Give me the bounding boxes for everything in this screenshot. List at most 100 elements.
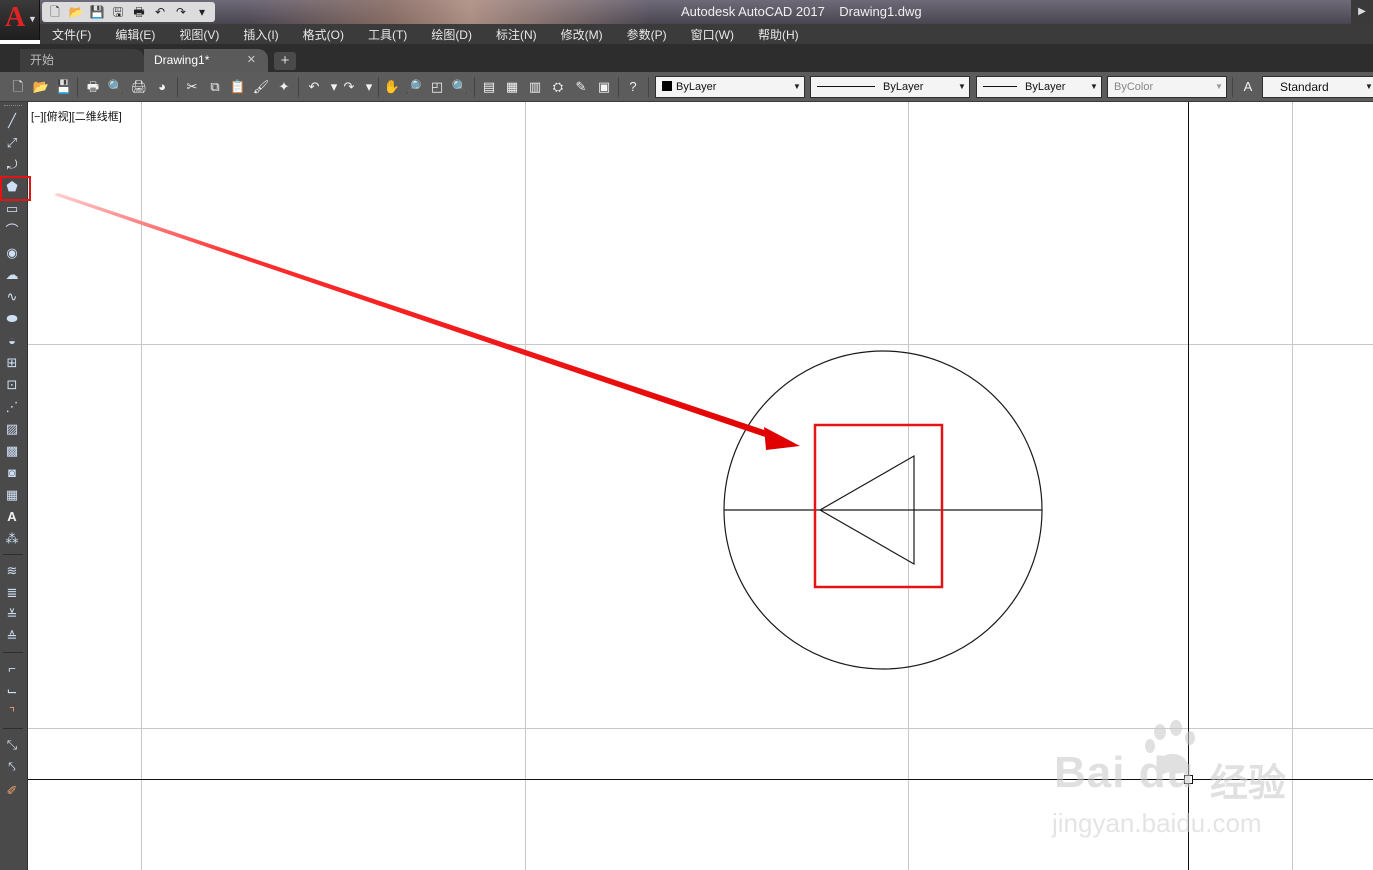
chevron-down-icon[interactable]: ▾ <box>360 78 378 96</box>
spline-icon[interactable]: ∿ <box>2 288 22 306</box>
fillet-icon[interactable]: ⌐ <box>2 660 22 678</box>
hatch-icon[interactable]: ▨ <box>2 420 22 438</box>
blend-icon[interactable]: ⌝ <box>2 704 22 722</box>
3d-dwf-icon[interactable]: ◕ <box>153 78 171 96</box>
new-tab-button[interactable]: + <box>274 52 296 70</box>
block-editor-icon[interactable]: ✦ <box>275 78 293 96</box>
toolbar-divider <box>618 77 619 97</box>
menu-modify[interactable]: 修改(M) <box>549 26 615 43</box>
menu-help[interactable]: 帮助(H) <box>746 26 811 43</box>
menu-window[interactable]: 窗口(W) <box>679 26 746 43</box>
ellipse-icon[interactable]: ⬬ <box>2 310 22 328</box>
undo-icon[interactable]: ↶ <box>305 78 323 96</box>
print-icon[interactable]: 🖶 <box>84 78 102 96</box>
save-icon[interactable]: 💾 <box>88 4 106 20</box>
tab-drawing1[interactable]: Drawing1* ✕ <box>144 49 268 72</box>
help-icon[interactable]: ? <box>624 78 642 96</box>
menu-dimension[interactable]: 标注(N) <box>484 26 549 43</box>
lineweight-value: ByLayer <box>1025 81 1066 93</box>
toolbar-grip[interactable] <box>4 105 22 108</box>
undo-icon[interactable]: ↶ <box>151 4 169 20</box>
new-icon[interactable]: 🗋 <box>46 4 64 20</box>
cut-icon[interactable]: ✂ <box>183 78 201 96</box>
open-icon[interactable]: 📂 <box>32 78 50 96</box>
markup-icon[interactable]: ✎ <box>572 78 590 96</box>
polyline-icon[interactable]: ⤾ <box>2 156 22 174</box>
paste-icon[interactable]: 📋 <box>229 78 247 96</box>
toolbar-divider <box>3 652 23 653</box>
layer-properties-icon[interactable]: ≋ <box>2 562 22 580</box>
sheet-set-icon[interactable]: ⛭ <box>549 78 567 96</box>
zoom-window-icon[interactable]: ◰ <box>428 78 446 96</box>
layer-state-icon[interactable]: ≣ <box>2 584 22 602</box>
make-current-icon[interactable]: ≙ <box>2 628 22 646</box>
tab-start[interactable]: 开始 <box>20 49 144 72</box>
menu-file[interactable]: 文件(F) <box>40 26 103 43</box>
text-style-value: Standard <box>1280 80 1329 94</box>
edit-spline-icon[interactable]: ✐ <box>2 782 22 800</box>
lineweight-dropdown[interactable]: ByLayer ▼ <box>976 76 1102 98</box>
customize-icon[interactable]: ▾ <box>193 4 211 20</box>
print-preview-icon[interactable]: 🔍 <box>107 78 125 96</box>
stretch-icon[interactable]: ⤡ <box>2 736 22 754</box>
close-icon[interactable]: ✕ <box>247 49 256 71</box>
open-icon[interactable]: 📂 <box>67 4 85 20</box>
redo-icon[interactable]: ↷ <box>340 78 358 96</box>
pan-icon[interactable]: ✋ <box>383 78 401 96</box>
watermark-cn: 经验 <box>1210 761 1287 805</box>
calculator-icon[interactable]: ▣ <box>595 78 613 96</box>
region-icon[interactable]: ◙ <box>2 464 22 482</box>
layer-previous-icon[interactable]: ≚ <box>2 606 22 624</box>
match-properties-icon[interactable]: 🖌 <box>252 78 270 96</box>
lengthen-icon[interactable]: ⤣ <box>2 758 22 776</box>
tool-palettes-icon[interactable]: ▥ <box>526 78 544 96</box>
menu-tools[interactable]: 工具(T) <box>356 26 419 43</box>
expand-icon[interactable]: ▶ <box>1351 0 1373 24</box>
new-icon[interactable]: 🗋 <box>9 78 27 96</box>
color-dropdown[interactable]: ByLayer ▼ <box>655 76 805 98</box>
menu-insert[interactable]: 插入(I) <box>231 26 290 43</box>
zoom-realtime-icon[interactable]: 🔎 <box>405 78 423 96</box>
revision-cloud-icon[interactable]: ☁ <box>2 266 22 284</box>
arc-icon[interactable]: ⌒ <box>2 222 22 240</box>
menu-draw[interactable]: 绘图(D) <box>419 26 484 43</box>
make-block-icon[interactable]: ⊡ <box>2 376 22 394</box>
application-menu-button[interactable]: A ▼ <box>0 0 40 40</box>
text-style-dropdown[interactable]: Standard ▼ <box>1262 76 1373 98</box>
polygon-tool-highlight <box>0 176 31 201</box>
properties-icon[interactable]: ▤ <box>480 78 498 96</box>
rectangle-icon[interactable]: ▭ <box>2 200 22 218</box>
file-tab-bar: 开始 Drawing1* ✕ + <box>0 44 1373 72</box>
copy-icon[interactable]: ⧉ <box>206 78 224 96</box>
viewport-controls[interactable]: [−][俯视][二维线框] <box>31 108 122 124</box>
multiline-text-icon[interactable]: A <box>2 508 22 526</box>
publish-icon[interactable]: 🖨 <box>130 78 148 96</box>
line-icon[interactable]: ╱ <box>2 112 22 130</box>
color-swatch <box>662 81 672 91</box>
drawn-geometry <box>723 350 1043 670</box>
menu-view[interactable]: 视图(V) <box>167 26 231 43</box>
save-as-icon[interactable]: 🖫 <box>109 4 127 20</box>
chamfer-icon[interactable]: ⌙ <box>2 682 22 700</box>
table-icon[interactable]: ▦ <box>2 486 22 504</box>
linetype-dropdown[interactable]: ByLayer ▼ <box>810 76 970 98</box>
text-style-icon[interactable]: A <box>1239 78 1257 96</box>
zoom-previous-icon[interactable]: 🔍 <box>451 78 469 96</box>
add-selected-icon[interactable]: ⁂ <box>2 530 22 548</box>
menu-parametric[interactable]: 参数(P) <box>615 26 679 43</box>
menu-edit[interactable]: 编辑(E) <box>103 26 167 43</box>
toolbar-divider <box>298 77 299 97</box>
point-icon[interactable]: ⋰ <box>2 398 22 416</box>
save-icon[interactable]: 💾 <box>55 78 73 96</box>
print-icon[interactable]: 🖶 <box>130 4 148 20</box>
toolbar-divider <box>177 77 178 97</box>
redo-icon[interactable]: ↷ <box>172 4 190 20</box>
ellipse-arc-icon[interactable]: ◒ <box>2 332 22 350</box>
design-center-icon[interactable]: ▦ <box>503 78 521 96</box>
insert-block-icon[interactable]: ⊞ <box>2 354 22 372</box>
circle-icon[interactable]: ◉ <box>2 244 22 262</box>
construction-line-icon[interactable]: ⤢ <box>2 134 22 152</box>
menu-format[interactable]: 格式(O) <box>291 26 356 43</box>
plot-style-dropdown: ByColor ▼ <box>1107 76 1227 98</box>
gradient-icon[interactable]: ▩ <box>2 442 22 460</box>
